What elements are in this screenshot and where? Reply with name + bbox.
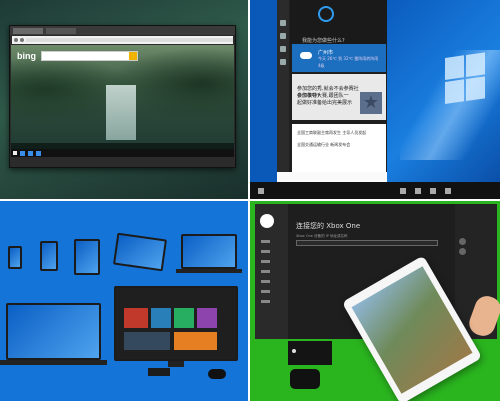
start-icon[interactable] xyxy=(258,188,264,194)
friend-avatar[interactable] xyxy=(459,238,466,245)
xbox-console xyxy=(288,341,332,365)
address-bar[interactable] xyxy=(12,36,233,44)
ip-address-field[interactable] xyxy=(296,240,438,246)
cortana-ring-icon xyxy=(318,6,334,22)
forward-icon[interactable] xyxy=(20,38,24,42)
field-label: Xbox One 设备的 IP 地址或名称 xyxy=(296,234,348,238)
list-item[interactable]: 全国工商联副主席再发生 主导人员发起 xyxy=(297,130,381,136)
tablet-device xyxy=(74,239,100,275)
sidebar-item[interactable] xyxy=(261,260,270,263)
sidebar-item[interactable] xyxy=(261,300,270,303)
laptop-base xyxy=(0,360,107,365)
page-title: 连接您的 Xbox One xyxy=(296,222,361,230)
feedback-icon[interactable] xyxy=(280,59,286,65)
sidebar-item[interactable] xyxy=(261,280,270,283)
taskbar-app-icon[interactable] xyxy=(20,150,25,156)
cloud-icon xyxy=(300,52,312,59)
avatar[interactable] xyxy=(260,214,274,228)
phone-device xyxy=(8,246,22,269)
notebook-icon[interactable] xyxy=(280,33,286,39)
taskbar-app-icon[interactable] xyxy=(415,188,421,194)
phone-device xyxy=(40,241,58,271)
quadrant-cortana: 我能为您做些什么? 广州市 今天 26℃ 到 32℃ 雷阵雨转阵雨 4级 参加您… xyxy=(250,0,500,199)
laptop-device xyxy=(181,234,237,269)
tab-active[interactable] xyxy=(13,27,43,34)
cortana-sidebar xyxy=(277,0,289,182)
xbox-dashboard xyxy=(116,288,236,359)
laptop-base xyxy=(176,269,242,273)
home-icon[interactable] xyxy=(280,20,286,26)
sidebar-item[interactable] xyxy=(261,250,270,253)
browser-window[interactable]: bing xyxy=(9,25,236,168)
start-icon[interactable] xyxy=(13,151,17,155)
cortana-greeting: 我能为您做些什么? xyxy=(302,38,345,44)
tv-stand xyxy=(168,361,184,367)
sidebar-item[interactable] xyxy=(261,270,270,273)
card-body: 参加模特大赛,跟团队一起做好准备给出完美展示 xyxy=(297,93,353,106)
taskbar xyxy=(250,182,500,199)
weather-extra: 4级 xyxy=(318,63,325,68)
weather-card[interactable]: 广州市 今天 26℃ 到 32℃ 雷阵雨转阵雨 4级 xyxy=(292,44,386,72)
tv-device xyxy=(114,286,238,361)
xbox-sidebar xyxy=(255,204,288,339)
weather-city: 广州市 xyxy=(318,50,334,56)
controller-icon xyxy=(290,369,320,389)
sidebar-item[interactable] xyxy=(261,290,270,293)
quadrant-browser: bing xyxy=(0,0,248,199)
taskbar-app-icon[interactable] xyxy=(430,188,436,194)
power-led xyxy=(292,349,296,353)
sidebar-item[interactable] xyxy=(261,240,270,243)
taskbar xyxy=(11,149,234,157)
page-content: bing xyxy=(11,45,234,157)
friend-avatar[interactable] xyxy=(459,248,466,255)
lightbulb-icon[interactable] xyxy=(280,46,286,52)
controller-icon xyxy=(208,369,226,379)
surface-device xyxy=(113,232,167,272)
search-button[interactable] xyxy=(129,52,137,60)
bing-logo: bing xyxy=(17,51,36,61)
taskbar-app-icon[interactable] xyxy=(28,150,33,156)
kinect-sensor xyxy=(148,368,170,376)
tab-strip xyxy=(10,26,235,35)
windows-logo-icon xyxy=(445,52,487,106)
url-field[interactable] xyxy=(26,38,233,42)
cortana-search-box[interactable] xyxy=(277,172,387,182)
list-item[interactable]: 全国交通运输行业 新闻发布会 xyxy=(297,142,381,148)
search-input[interactable] xyxy=(41,51,138,61)
tab-new[interactable] xyxy=(46,27,76,34)
waterfall-image xyxy=(106,85,136,140)
news-list: 全国工商联副主席再发生 主导人员发起 全国交通运输行业 新闻发布会 xyxy=(292,124,386,178)
laptop-device xyxy=(6,303,101,360)
quadrant-devices xyxy=(0,201,248,401)
taskbar-app-icon[interactable] xyxy=(400,188,406,194)
taskbar-app-icon[interactable] xyxy=(36,150,41,156)
weather-detail: 今天 26℃ 到 32℃ 雷阵雨转阵雨 xyxy=(318,56,379,61)
star-icon: ★ xyxy=(360,92,382,114)
quadrant-xbox: 连接您的 Xbox One Xbox One 设备的 IP 地址或名称 xyxy=(250,201,500,401)
back-icon[interactable] xyxy=(14,38,18,42)
taskbar-app-icon[interactable] xyxy=(445,188,451,194)
news-card[interactable]: 参加您的秀,就会不会参赛社会你争夺? 参加模特大赛,跟团队一起做好准备给出完美展… xyxy=(292,74,386,120)
